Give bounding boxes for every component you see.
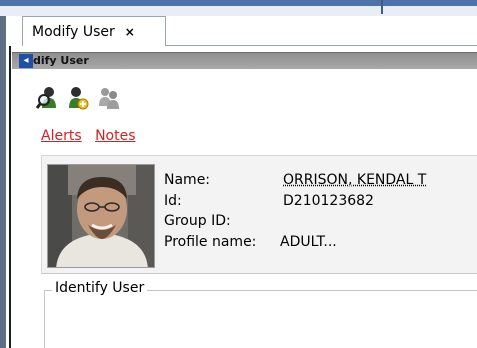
alerts-link[interactable]: Alerts bbox=[41, 128, 82, 144]
identify-user-legend: Identify User bbox=[52, 279, 148, 297]
id-value: D210123682 bbox=[283, 192, 374, 209]
splitter-notch bbox=[381, 0, 383, 14]
link-bar: Alerts Notes bbox=[41, 128, 145, 144]
profile-name-value: ADULT... bbox=[280, 233, 337, 250]
collapse-arrow-icon[interactable]: ◂ bbox=[19, 54, 33, 68]
identify-user-section bbox=[44, 290, 477, 348]
panel-title: dify User bbox=[33, 54, 89, 67]
name-label: Name: bbox=[164, 172, 211, 188]
user-group-icon[interactable] bbox=[98, 86, 120, 110]
tab-modify-user[interactable]: Modify User × bbox=[22, 16, 166, 46]
search-user-icon[interactable] bbox=[36, 86, 58, 110]
user-profile-card: Name: ORRISON, KENDAL T Id: D210123682 G… bbox=[41, 155, 477, 274]
left-frame-bar bbox=[0, 16, 6, 348]
name-value[interactable]: ORRISON, KENDAL T bbox=[283, 170, 426, 191]
card-divider bbox=[42, 273, 477, 274]
window-top-stripe bbox=[0, 0, 477, 16]
profile-name-label: Profile name: bbox=[164, 233, 257, 250]
title-accent-bar bbox=[0, 0, 477, 6]
notes-link[interactable]: Notes bbox=[95, 128, 135, 144]
left-frame-divider bbox=[9, 46, 11, 348]
close-icon[interactable]: × bbox=[125, 25, 135, 39]
id-label: Id: bbox=[164, 192, 182, 209]
panel-header: ◂ dify User bbox=[12, 52, 477, 69]
tab-strip-line bbox=[166, 45, 477, 46]
user-photo bbox=[47, 164, 155, 268]
tab-title: Modify User bbox=[32, 23, 115, 40]
add-user-icon[interactable] bbox=[67, 86, 89, 110]
group-label: Group ID: bbox=[164, 213, 231, 229]
toolbar bbox=[36, 86, 120, 110]
